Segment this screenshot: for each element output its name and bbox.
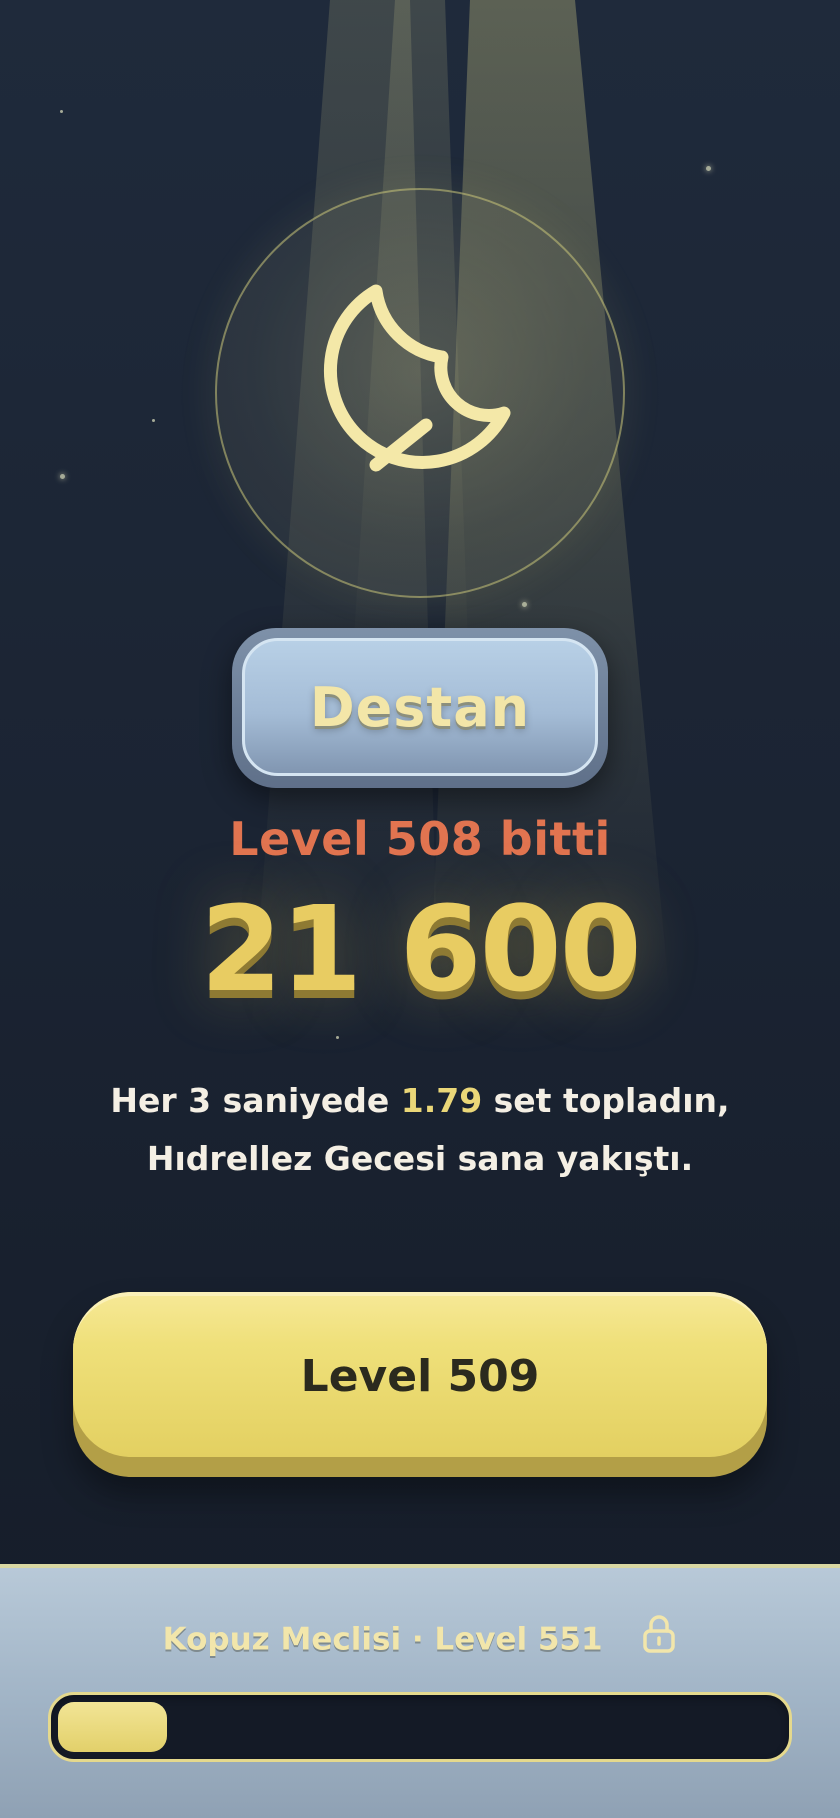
star xyxy=(336,1036,339,1039)
summary-prefix: Her 3 saniyede xyxy=(110,1081,401,1120)
star xyxy=(706,166,711,171)
next-level-button-face[interactable]: Level 509 xyxy=(73,1292,767,1457)
star xyxy=(60,474,65,479)
rank-badge-inner: Destan xyxy=(242,638,598,776)
crescent-moon-icon xyxy=(323,284,511,472)
summary-line-2: Hıdrellez Gecesi sana yakıştı. xyxy=(146,1139,694,1178)
rank-label: Destan xyxy=(309,675,531,739)
lock-icon xyxy=(641,1614,677,1662)
goal-progress-fill xyxy=(58,1702,167,1752)
star xyxy=(60,110,63,113)
performance-summary: Her 3 saniyede 1.79 set topladın, Hıdrel… xyxy=(0,1072,840,1188)
goal-title: Kopuz Meclisi · Level 551 xyxy=(0,1615,840,1662)
next-level-label: Level 509 xyxy=(300,1351,540,1402)
star xyxy=(152,419,155,422)
star xyxy=(522,602,527,607)
summary-suffix: set topladın, xyxy=(482,1081,730,1120)
next-level-button[interactable]: Level 509 xyxy=(73,1292,767,1477)
rank-badge: Destan xyxy=(232,628,608,788)
goal-panel: Kopuz Meclisi · Level 551 xyxy=(0,1564,840,1818)
goal-progress-bar xyxy=(48,1692,792,1762)
summary-line-1: Her 3 saniyede 1.79 set topladın, xyxy=(0,1072,840,1130)
goal-label: Kopuz Meclisi · Level 551 xyxy=(162,1621,603,1658)
score-value: 21 600 xyxy=(200,880,642,1018)
summary-rate-value: 1.79 xyxy=(400,1081,483,1120)
rank-medallion xyxy=(215,188,625,598)
level-complete-text: Level 508 bitti xyxy=(229,812,611,866)
